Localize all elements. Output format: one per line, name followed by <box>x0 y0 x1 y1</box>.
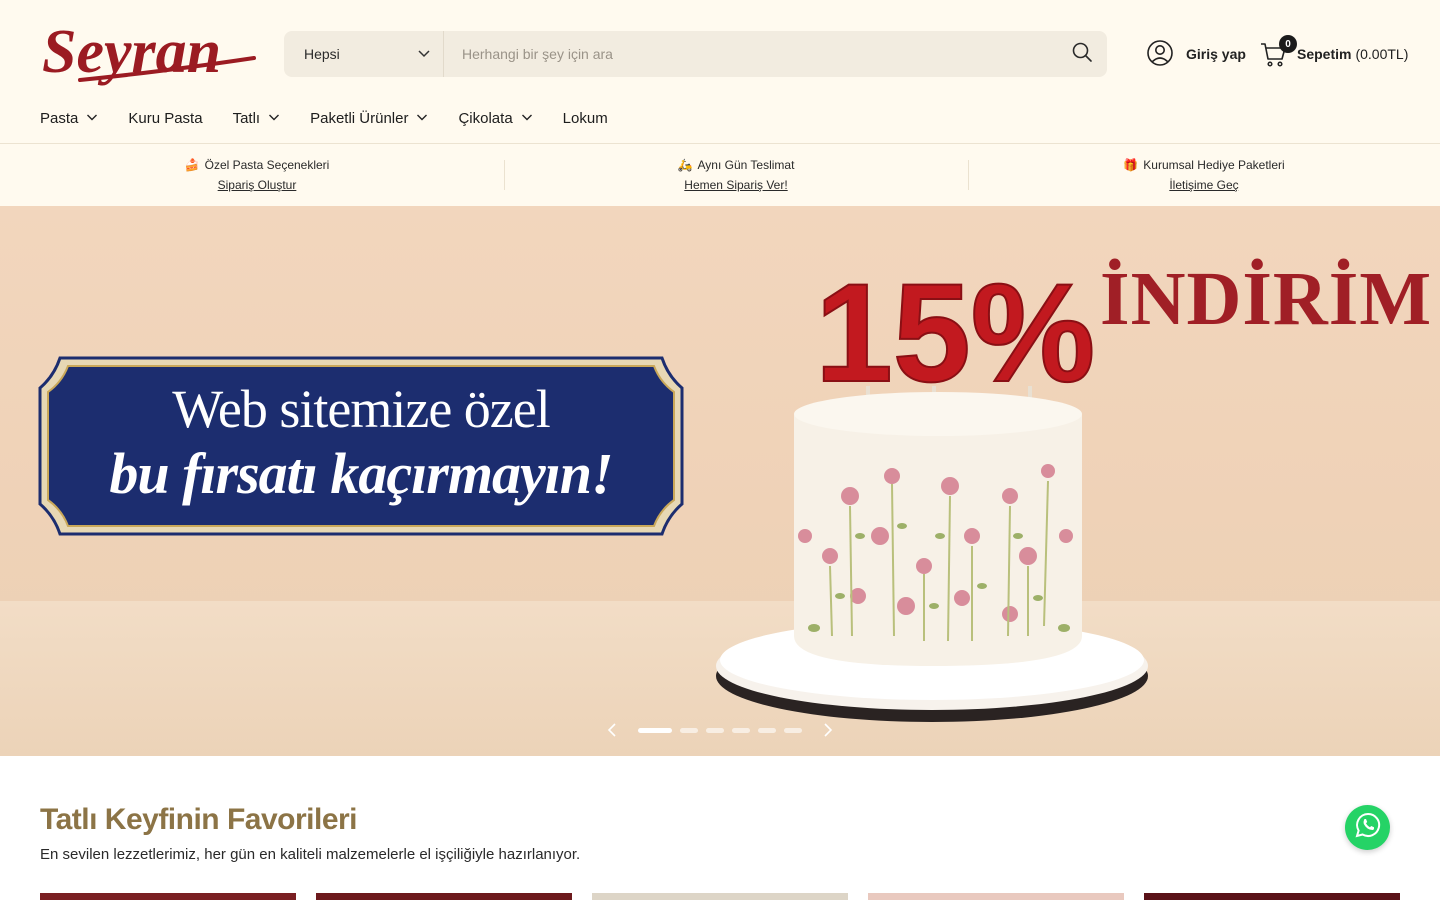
search-category-value: Hepsi <box>304 46 340 62</box>
chevron-down-icon <box>521 110 533 127</box>
candle-number: 15% <box>815 254 1095 411</box>
nav-label: Tatlı <box>232 109 261 127</box>
nav-label: Pasta <box>40 109 79 127</box>
gift-icon: 🎁 <box>1123 158 1139 172</box>
contact-link[interactable]: İletişime Geç <box>1169 178 1238 192</box>
nav-label: Çikolata <box>458 109 513 127</box>
whatsapp-icon <box>1355 812 1381 843</box>
nav-label: Kuru Pasta <box>128 109 203 127</box>
slider-dot-4[interactable] <box>732 727 750 733</box>
feature-title: Kurumsal Hediye Paketleri <box>1143 158 1285 172</box>
product-card[interactable] <box>1144 893 1400 900</box>
product-card[interactable] <box>40 893 296 900</box>
scooter-icon: 🛵 <box>677 158 693 172</box>
chevron-down-icon <box>417 46 431 63</box>
chevron-down-icon <box>268 110 280 127</box>
product-card[interactable] <box>868 893 1124 900</box>
hero-slider[interactable]: İNDİRİM 15% Web sitemize özel bu fırsatı… <box>0 206 1440 756</box>
feature-same-day: 🛵 Aynı Gün Teslimat Hemen Sipariş Ver! <box>504 144 968 206</box>
order-now-link[interactable]: Hemen Sipariş Ver! <box>684 178 787 192</box>
slider-prev-arrow[interactable] <box>604 722 620 738</box>
search-input[interactable] <box>444 31 1057 77</box>
feature-corporate-gift: 🎁 Kurumsal Hediye Paketleri İletişime Geç <box>968 144 1440 206</box>
section-subtitle: En sevilen lezzetlerimiz, her gün en kal… <box>40 846 581 863</box>
search-category-select[interactable]: Hepsi <box>284 31 444 77</box>
slider-controls <box>0 720 1440 740</box>
slider-dot-1[interactable] <box>638 727 672 733</box>
chevron-down-icon <box>416 110 428 127</box>
shopping-cart-icon: 0 <box>1259 35 1297 68</box>
search-icon <box>1071 41 1093 68</box>
product-card[interactable] <box>592 893 848 900</box>
feature-title: Özel Pasta Seçenekleri <box>204 158 330 172</box>
nav-item-paketli-urunler[interactable]: Paketli Ürünler <box>310 100 428 136</box>
chevron-down-icon <box>86 110 98 127</box>
login-label: Giriş yap <box>1186 46 1246 62</box>
main-nav: Pasta Kuru Pasta Tatlı Paketli Ürünler Ç… <box>40 100 638 136</box>
feature-custom-cake: 🍰 Özel Pasta Seçenekleri Sipariş Oluştur <box>0 144 504 206</box>
section-title: Tatlı Keyfinin Favorileri <box>40 803 358 836</box>
nav-label: Paketli Ürünler <box>310 109 409 127</box>
slider-dot-6[interactable] <box>784 727 802 733</box>
nav-item-lokum[interactable]: Lokum <box>563 100 608 136</box>
cake-icon: 🍰 <box>184 158 200 172</box>
order-create-link[interactable]: Sipariş Oluştur <box>218 178 297 192</box>
search-bar: Hepsi <box>284 31 1107 77</box>
slider-next-arrow[interactable] <box>820 722 836 738</box>
product-row <box>40 893 1400 900</box>
logo[interactable]: Seyran <box>40 14 256 90</box>
slider-dot-5[interactable] <box>758 727 776 733</box>
user-circle-icon <box>1146 39 1174 70</box>
slider-dot-3[interactable] <box>706 727 724 733</box>
cart-label: Sepetim <box>1297 46 1352 62</box>
site-header: Seyran Hepsi Giriş yap 0 Sepetim (0.00 <box>0 0 1440 206</box>
whatsapp-button[interactable] <box>1345 805 1390 850</box>
logo-wordmark: Seyran <box>42 18 256 86</box>
nav-label: Lokum <box>562 109 608 127</box>
cart-link[interactable]: 0 Sepetim (0.00TL) <box>1259 35 1409 68</box>
banner-subtitle: bu fırsatı kaçırmayın! <box>109 441 613 506</box>
feature-strip: 🍰 Özel Pasta Seçenekleri Sipariş Oluştur … <box>0 144 1440 206</box>
slider-dot-2[interactable] <box>680 727 698 733</box>
feature-title: Aynı Gün Teslimat <box>697 158 795 172</box>
search-button[interactable] <box>1057 31 1107 77</box>
cart-total: (0.00TL) <box>1355 46 1409 62</box>
banner-title: Web sitemize özel <box>172 379 550 439</box>
nav-item-kuru-pasta[interactable]: Kuru Pasta <box>128 100 202 136</box>
cart-count-badge: 0 <box>1279 35 1297 53</box>
login-link[interactable]: Giriş yap <box>1146 39 1246 70</box>
nav-item-pasta[interactable]: Pasta <box>40 100 98 136</box>
product-card[interactable] <box>316 893 572 900</box>
nav-item-cikolata[interactable]: Çikolata <box>458 100 532 136</box>
nav-item-tatli[interactable]: Tatlı <box>233 100 281 136</box>
cake-image: 15% <box>716 253 1148 722</box>
promo-banner: Web sitemize özel bu fırsatı kaçırmayın! <box>38 356 684 536</box>
